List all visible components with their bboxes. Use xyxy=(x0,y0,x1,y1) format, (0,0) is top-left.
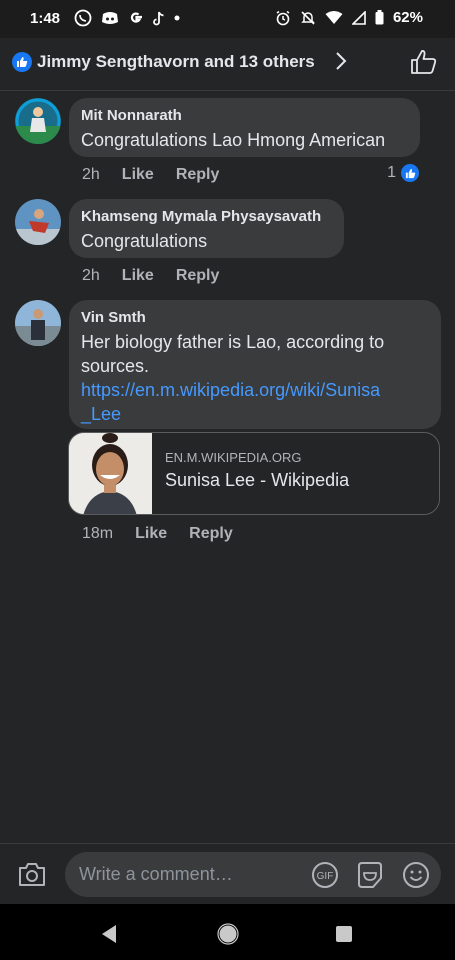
battery-icon xyxy=(375,10,384,25)
home-icon[interactable] xyxy=(217,923,239,945)
gif-label: GIF xyxy=(317,871,334,882)
comment-bubble[interactable]: Vin Smth Her biology father is Lao, acco… xyxy=(69,300,441,429)
status-time: 1:48 xyxy=(30,10,61,27)
reaction-number: 1 xyxy=(387,164,396,181)
like-link[interactable]: Like xyxy=(135,525,167,543)
comment-actions: 18m Like Reply xyxy=(82,525,233,543)
comment-text-body: Her biology father is Lao, according to … xyxy=(81,332,385,376)
google-icon xyxy=(130,12,142,23)
link-preview-title: Sunisa Lee - Wikipedia xyxy=(165,470,350,490)
comment-text: Her biology father is Lao, according to … xyxy=(81,330,428,426)
comment-composer: Write a comment… GIF xyxy=(0,843,455,905)
discord-icon xyxy=(102,12,118,24)
comment-time: 18m xyxy=(82,525,114,542)
like-link[interactable]: Like xyxy=(122,166,154,184)
comment-bubble[interactable]: Mit Nonnarath Congratulations Lao Hmong … xyxy=(69,98,420,157)
status-bar: 1:48 62% xyxy=(0,0,455,38)
link-preview-card[interactable]: EN.M.WIKIPEDIA.ORG Sunisa Lee - Wikipedi… xyxy=(68,432,440,515)
reply-link[interactable]: Reply xyxy=(176,166,220,184)
wifi-icon xyxy=(325,11,343,24)
chevron-right-icon[interactable] xyxy=(334,50,348,72)
recents-icon[interactable] xyxy=(336,926,352,942)
comment-input[interactable]: Write a comment… GIF xyxy=(65,852,441,897)
camera-icon[interactable] xyxy=(17,861,47,887)
alarm-icon xyxy=(276,10,290,25)
signal-icon xyxy=(351,10,366,25)
back-icon[interactable] xyxy=(100,924,118,944)
reaction-count[interactable]: 1 xyxy=(387,164,419,182)
avatar[interactable] xyxy=(15,300,61,346)
gif-icon[interactable]: GIF xyxy=(311,861,339,889)
reactions-header[interactable]: Jimmy Sengthavorn and 13 others xyxy=(0,38,455,91)
sticker-icon[interactable] xyxy=(356,861,384,889)
comment-text: Congratulations Lao Hmong American xyxy=(81,130,386,150)
comment-time: 2h xyxy=(82,267,100,284)
notification-dot-icon xyxy=(174,15,180,21)
comment-actions: 2h Like Reply xyxy=(82,267,219,285)
comment-link-continued[interactable]: _Lee xyxy=(81,404,121,424)
comment-author[interactable]: Khamseng Mymala Physaysavath xyxy=(81,208,331,226)
comment-author[interactable]: Mit Nonnarath xyxy=(81,107,407,125)
like-link[interactable]: Like xyxy=(122,267,154,285)
emoji-icon[interactable] xyxy=(402,861,430,889)
like-reaction-icon xyxy=(12,52,32,72)
reactors-label[interactable]: Jimmy Sengthavorn and 13 others xyxy=(37,52,315,72)
comment-placeholder: Write a comment… xyxy=(79,864,233,884)
comment-author[interactable]: Vin Smth xyxy=(81,309,428,327)
avatar[interactable] xyxy=(15,98,61,144)
comment-link[interactable]: https://en.m.wikipedia.org/wiki/Sunisa xyxy=(81,380,380,400)
like-button-icon[interactable] xyxy=(410,49,438,75)
battery-percent: 62% xyxy=(392,9,423,26)
avatar[interactable] xyxy=(15,199,61,245)
link-preview-domain: EN.M.WIKIPEDIA.ORG xyxy=(165,450,302,465)
comment-actions: 2h Like Reply xyxy=(82,166,219,184)
comment-bubble[interactable]: Khamseng Mymala Physaysavath Congratulat… xyxy=(69,199,344,258)
comment-time: 2h xyxy=(82,166,100,183)
whatsapp-icon xyxy=(74,9,92,27)
reply-link[interactable]: Reply xyxy=(189,525,233,543)
link-preview-thumbnail xyxy=(69,433,152,514)
reply-link[interactable]: Reply xyxy=(176,267,220,285)
mute-icon xyxy=(301,10,315,25)
tiktok-icon xyxy=(153,11,164,25)
comment-text: Congratulations xyxy=(81,231,208,251)
system-nav-bar xyxy=(0,904,455,960)
like-reaction-icon xyxy=(401,164,419,182)
